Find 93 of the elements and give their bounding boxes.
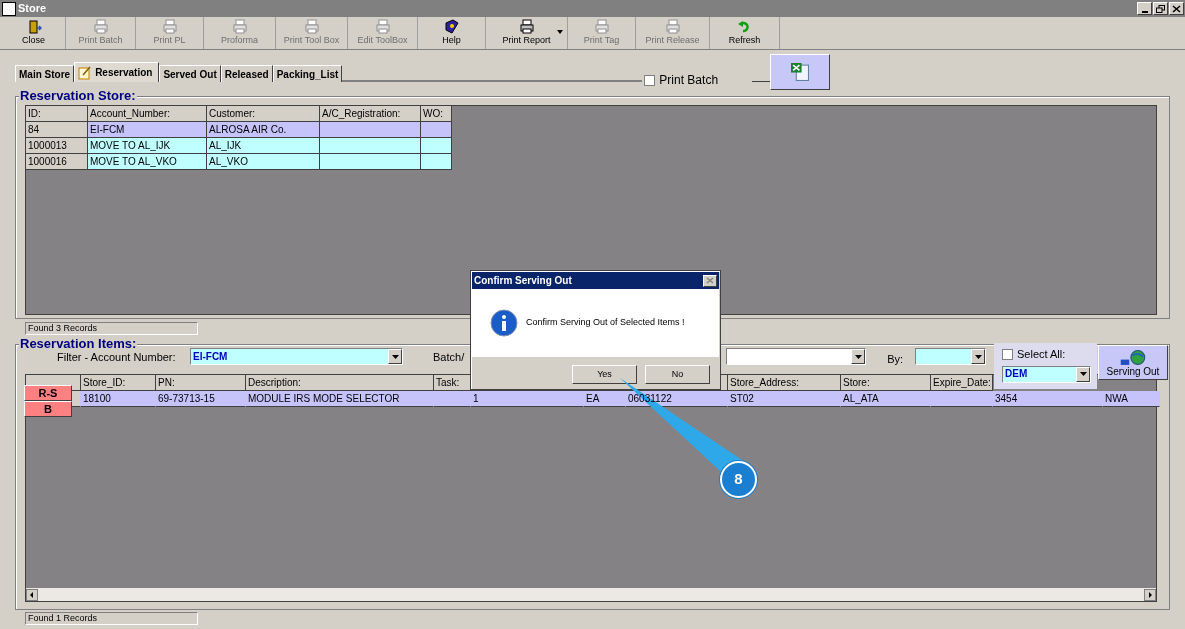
checkbox-label: Select All: [1017, 347, 1066, 362]
close-button[interactable] [703, 274, 717, 287]
table-cell: 69-73713-15 [156, 391, 246, 407]
table-cell: MOVE TO AL_IJK [88, 138, 207, 154]
by-combobox[interactable] [915, 348, 987, 365]
spreadsheet-icon [791, 63, 810, 81]
checkbox-label: Print Batch [659, 72, 719, 89]
horizontal-scrollbar[interactable] [26, 588, 1156, 601]
tab[interactable]: Released [220, 65, 273, 82]
filter-label: By: [887, 352, 905, 367]
toolbar-button[interactable]: Help [418, 17, 486, 49]
close-icon [706, 277, 714, 284]
table-cell: AL_VKO [207, 154, 320, 170]
printer-icon [92, 19, 109, 36]
filter-label: Filter - Account Number: [57, 350, 177, 365]
batch-combobox[interactable] [726, 348, 867, 365]
restore-icon [1156, 4, 1165, 13]
account-combobox[interactable]: EI-FCM [190, 348, 403, 365]
table-cell: ALROSA AIR Co. [207, 122, 320, 138]
tab[interactable]: Main Store [15, 65, 75, 82]
row-button[interactable]: B [24, 401, 72, 417]
column-header: Expire_Date: [931, 375, 993, 391]
close-button[interactable] [1169, 2, 1184, 15]
toolbar-button[interactable]: Refresh [710, 17, 780, 49]
column-header: Store: [841, 375, 931, 391]
globe-hand-icon [1120, 349, 1146, 366]
toolbar-button[interactable]: Print Report [486, 17, 568, 49]
table-cell: EI-FCM [88, 122, 207, 138]
status-text: Found 1 Records [25, 612, 198, 625]
table-cell: AL_IJK [207, 138, 320, 154]
printer-icon [303, 19, 320, 36]
column-header: Description: [246, 375, 434, 391]
table-cell: ST02 [728, 391, 841, 407]
table-cell [421, 154, 452, 170]
minimize-button[interactable] [1137, 2, 1152, 15]
dropdown-arrow-icon [854, 354, 862, 359]
app-icon [2, 1, 16, 16]
printer-icon [518, 19, 535, 36]
restore-button[interactable] [1153, 2, 1168, 15]
dialog-message: Confirm Serving Out of Selected Items ! [526, 316, 685, 330]
printer-icon [664, 19, 681, 36]
export-button[interactable] [770, 54, 831, 90]
window-title: Store [18, 1, 47, 17]
toolbar-button[interactable]: Close [2, 17, 66, 49]
column-header: PN: [156, 375, 246, 391]
tab[interactable]: Reservation [74, 62, 160, 82]
table-cell: 18100 [81, 391, 156, 407]
filter-label: Batch/ [433, 350, 465, 365]
dropdown-arrow-icon [391, 354, 399, 359]
dropdown-arrow-icon [974, 354, 982, 359]
row-header: 1000016 [26, 154, 88, 170]
table-cell: EA [584, 391, 626, 407]
dialog-button[interactable]: No [645, 365, 710, 384]
column-header: Task: [434, 375, 471, 391]
tab[interactable]: Served Out [159, 65, 221, 82]
tab[interactable]: Packing_List [272, 65, 343, 82]
table-cell [421, 122, 452, 138]
table-cell: NWA [1103, 391, 1160, 407]
row-header: 1000013 [26, 138, 88, 154]
checkbox[interactable] [644, 74, 656, 86]
column-header: WO: [421, 106, 452, 122]
info-icon [490, 309, 518, 337]
column-header: ID: [26, 106, 88, 122]
table-cell [421, 138, 452, 154]
printer-icon [593, 19, 610, 36]
table-cell: MOVE TO AL_VKO [88, 154, 207, 170]
table-cell: MODULE IRS MODE SELECTOR [246, 391, 434, 407]
column-header: Store_ID: [81, 375, 156, 391]
dropdown-arrow-icon [1079, 372, 1087, 376]
checkbox[interactable] [1002, 348, 1013, 360]
printer-icon [374, 19, 391, 36]
dialog-button[interactable]: Yes [572, 365, 637, 384]
column-header: Account_Number: [88, 106, 207, 122]
row-header: 84 [26, 122, 88, 138]
status-text: Found 3 Records [25, 322, 198, 335]
dropdown-arrow-icon[interactable] [557, 30, 563, 34]
row-button[interactable]: R-S [24, 385, 72, 401]
column-header: A/C_Registration: [320, 106, 421, 122]
column-header: Store_Address: [728, 375, 841, 391]
close-icon [1172, 4, 1181, 13]
notepad-icon [78, 65, 93, 80]
serving-out-button[interactable]: Serving Out [1098, 345, 1168, 380]
column-header: Customer: [207, 106, 320, 122]
scroll-right-icon[interactable] [1144, 588, 1156, 601]
table-cell: 3454 [993, 391, 1103, 407]
table-cell: 1 [471, 391, 584, 407]
dialog-title: Confirm Serving Out [474, 274, 572, 288]
printer-icon [231, 19, 248, 36]
store-combobox[interactable]: DEM [1002, 365, 1091, 383]
table-cell: AL_ATA [841, 391, 931, 407]
scroll-left-icon[interactable] [26, 588, 38, 601]
minimize-icon [1141, 10, 1148, 13]
printer-icon [161, 19, 178, 36]
